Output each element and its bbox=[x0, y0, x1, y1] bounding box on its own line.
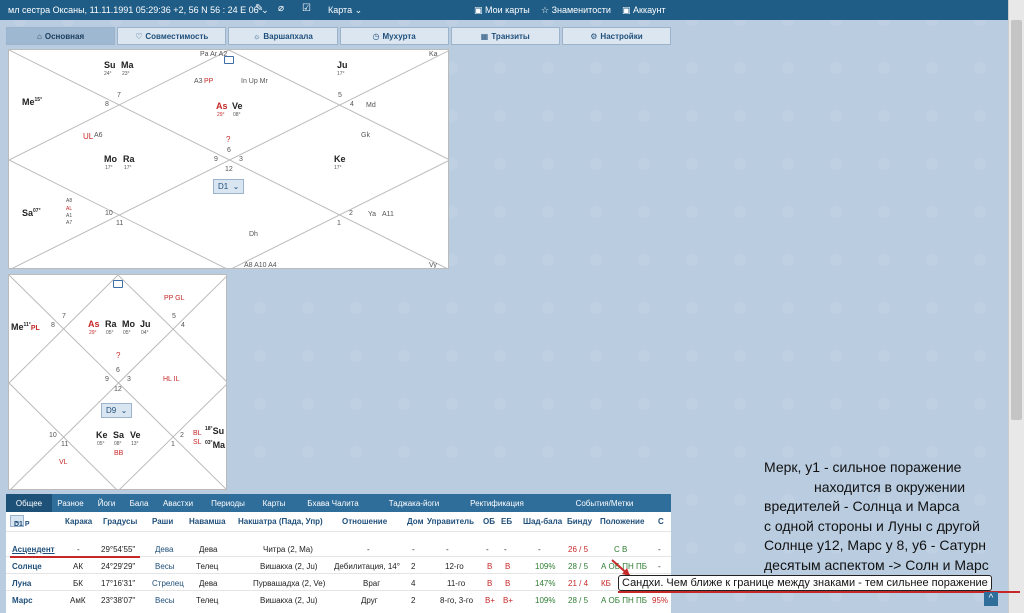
person-label: мл сестра Оксаны, 11.11.1991 05:29:36 +2… bbox=[8, 5, 259, 15]
tab-yogi[interactable]: Йоги bbox=[89, 494, 124, 512]
planet-su[interactable]: Su bbox=[104, 60, 116, 70]
planet-ra[interactable]: Ra bbox=[123, 154, 135, 164]
home-icon: ⌂ bbox=[37, 31, 42, 41]
tag-icon[interactable]: ⌀ bbox=[278, 3, 284, 14]
tab-tranzity[interactable]: ▦ Транзиты bbox=[450, 27, 560, 45]
annotation-note: Мерк, у1 - сильное поражение находится в… bbox=[764, 459, 989, 573]
pencil-icon[interactable]: ✎ bbox=[255, 3, 263, 14]
d1-division-select[interactable]: D1 ⌄ bbox=[213, 179, 245, 194]
celebrities-link[interactable]: ☆ Знаменитости bbox=[541, 5, 611, 16]
tab-rektifikatsiya[interactable]: Ректификация bbox=[456, 494, 538, 512]
scrollbar[interactable] bbox=[1008, 0, 1024, 613]
tab-karty[interactable]: Карты bbox=[254, 494, 294, 512]
d1-chart: Pa Ar A2 Ka Su 24° Ma 23° A3 PP In Up Mr … bbox=[8, 49, 449, 269]
tab-sobytiya[interactable]: События/Метки bbox=[538, 494, 671, 512]
d9-planet-sa[interactable]: Sa bbox=[113, 430, 124, 440]
main-tabs: ⌂ Основная ♡ Совместимость ☼ Варшапхала ◷ Му… bbox=[6, 27, 672, 45]
top-bar: мл сестра Оксаны, 11.11.1991 05:29:36 +2… bbox=[0, 0, 1008, 20]
sun-icon: ☼ bbox=[253, 31, 261, 41]
table-row[interactable]: Асцендент - 29°54'55" Дева Дева Читра (2… bbox=[6, 541, 671, 557]
table-row[interactable]: Луна БК 17°16'31" Стрелец Дева Пурвашадх… bbox=[6, 575, 671, 591]
sandhi-tooltip: Сандхи. Чем ближе к границе между знакам… bbox=[618, 575, 992, 591]
account-link[interactable]: ▣ Аккаунт bbox=[622, 5, 666, 16]
d9-planet-as[interactable]: As bbox=[88, 319, 100, 329]
tab-osnovnaya[interactable]: ⌂ Основная bbox=[6, 27, 116, 45]
tab-nastroyki[interactable]: ⚙ Настройки bbox=[561, 27, 672, 45]
tab-obshee[interactable]: Общее bbox=[6, 494, 52, 512]
planet-mo[interactable]: Mo bbox=[104, 154, 117, 164]
d9-toggle-box[interactable] bbox=[113, 280, 123, 288]
planet-ju[interactable]: Ju bbox=[337, 60, 348, 70]
d9-chart: PP GL Me11°PL 7 8 5 4 As 29° Ra 05° Mo 0… bbox=[8, 274, 227, 490]
table-header: D1 Р ⌄ Карака Градусы Раши Навамша Накша… bbox=[6, 512, 671, 532]
tab-tajaka-yogi[interactable]: Таджака-йоги bbox=[372, 494, 456, 512]
planet-ke[interactable]: Ke bbox=[334, 154, 346, 164]
d9-division-select[interactable]: D9 ⌄ bbox=[101, 403, 133, 418]
tab-bhava-chalita[interactable]: Бхава Чалита bbox=[294, 494, 372, 512]
d1-chart-lines bbox=[9, 50, 448, 268]
calendar-icon: ▦ bbox=[480, 31, 489, 41]
my-maps-link[interactable]: ▣ Мои карты bbox=[474, 5, 530, 16]
d9-chart-lines bbox=[9, 275, 226, 489]
d9-planet-su[interactable]: 18°Su bbox=[205, 426, 224, 436]
planets-table: D1 Р ⌄ Карака Градусы Раши Навамша Накша… bbox=[6, 512, 671, 613]
tab-muhurta[interactable]: ◷ Мухурта bbox=[339, 27, 449, 45]
planet-ve[interactable]: Ve bbox=[232, 101, 243, 111]
table-tabs: Общее Разное Йоги Бала Авастхи Периоды К… bbox=[6, 494, 671, 512]
annotation-underline-asc bbox=[10, 556, 140, 558]
karta-menu[interactable]: Карта ⌄ bbox=[328, 5, 362, 16]
table-division-select[interactable]: D1 Р ⌄ bbox=[10, 515, 30, 528]
d9-planet-mo[interactable]: Mo bbox=[122, 319, 135, 329]
d9-planet-ra[interactable]: Ra bbox=[105, 319, 117, 329]
tab-bala[interactable]: Бала bbox=[124, 494, 154, 512]
tab-sovmestimost[interactable]: ♡ Совместимость bbox=[117, 27, 227, 45]
d9-planet-me[interactable]: Me11°PL bbox=[11, 322, 40, 332]
d9-planet-ju[interactable]: Ju bbox=[140, 319, 151, 329]
scroll-up-icon[interactable]: ^ bbox=[984, 592, 998, 606]
tab-raznoe[interactable]: Разное bbox=[52, 494, 89, 512]
d9-planet-ma[interactable]: 03°Ma bbox=[205, 440, 225, 450]
tab-varshaphala[interactable]: ☼ Варшапхала bbox=[228, 27, 338, 45]
planet-as[interactable]: As bbox=[216, 101, 228, 111]
planet-ma[interactable]: Ma bbox=[121, 60, 134, 70]
gear-icon: ⚙ bbox=[590, 31, 598, 41]
clock-icon: ◷ bbox=[372, 31, 380, 41]
tab-avasthi[interactable]: Авастхи bbox=[154, 494, 202, 512]
planet-sa[interactable]: Sa07° bbox=[22, 208, 41, 218]
annotation-underline-tooltip bbox=[618, 591, 1020, 593]
d9-planet-ke[interactable]: Ke bbox=[96, 430, 108, 440]
tab-periody[interactable]: Периоды bbox=[202, 494, 254, 512]
table-row[interactable]: Марс АмК 23°38'07" Весы Телец Вишакха (2… bbox=[6, 592, 671, 608]
d9-planet-ve[interactable]: Ve bbox=[130, 430, 141, 440]
planet-me[interactable]: Me15° bbox=[22, 97, 42, 107]
heart-icon: ♡ bbox=[135, 31, 143, 41]
edit-box-icon[interactable]: ☑ bbox=[302, 3, 311, 14]
table-row[interactable]: Солнце АК 24°29'29" Весы Телец Вишакха (… bbox=[6, 558, 671, 574]
scrollbar-thumb[interactable] bbox=[1011, 20, 1022, 420]
chart-person-info[interactable]: мл сестра Оксаны, 11.11.1991 05:29:36 +2… bbox=[8, 5, 269, 16]
